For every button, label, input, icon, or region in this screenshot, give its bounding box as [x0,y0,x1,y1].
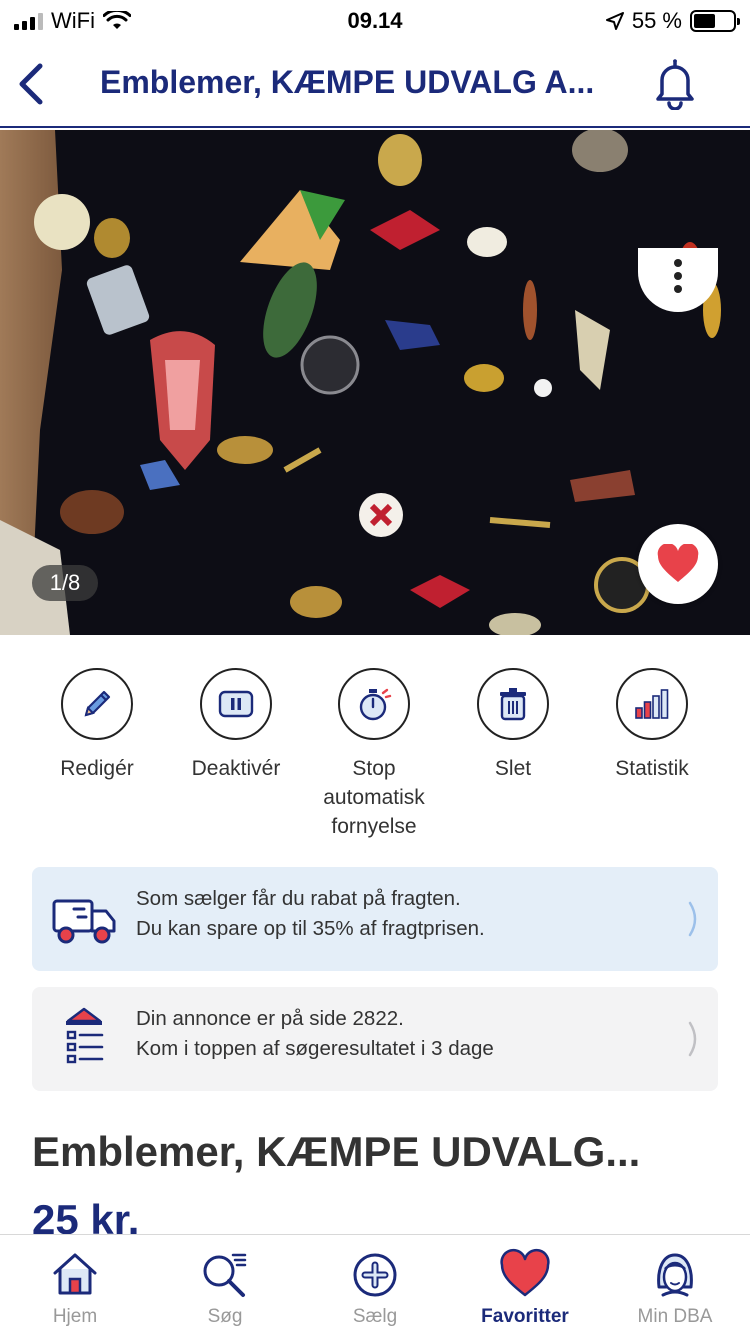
more-dot-icon [674,272,682,280]
pause-icon [218,690,254,718]
tab-search[interactable]: Søg [150,1235,300,1334]
bar-chart-icon [635,689,669,719]
status-bar: WiFi 09.14 55 % [0,0,750,42]
chevron-right-icon [688,1021,697,1057]
chevron-left-icon [19,63,43,105]
battery-level [694,14,715,28]
edit-label: Redigér [60,757,134,780]
delete-label: Slet [494,757,532,780]
page-title: Emblemer, KÆMPE UDVALG A... [100,64,595,100]
delivery-truck-icon [52,899,116,944]
tab-home-label: Hjem [52,1306,98,1327]
heart-icon [657,544,699,582]
tab-bar: Hjem Søg Sælg Favoritter Min DBA [0,1234,750,1334]
back-button[interactable] [12,60,52,108]
shipping-discount-card[interactable]: Som sælger får du rabat på fragten. Du k… [32,867,718,971]
statistics-label: Statistik [615,757,689,780]
edit-action[interactable]: Redigér [27,668,167,783]
more-dot-icon [674,285,682,293]
statistics-action[interactable]: Statistik [582,668,722,783]
shipping-line-2: Du kan spare op til 35% af fragtprisen. [136,917,485,940]
battery-percent: 55 % [631,8,682,33]
deactivate-label: Deaktivér [191,757,281,780]
tab-my-dba-label: Min DBA [637,1306,713,1327]
status-right: 55 % [605,8,740,34]
listing-title: Emblemer, KÆMPE UDVALG... [32,1128,641,1175]
chevron-right-icon [688,901,697,937]
delete-action[interactable]: Slet [443,668,583,783]
battery-icon [690,10,740,32]
deactivate-button[interactable] [200,668,272,740]
tab-sell-label: Sælg [352,1306,398,1327]
boost-list-icon [66,1007,104,1064]
plus-circle-icon [353,1253,397,1297]
edit-button[interactable] [61,668,133,740]
search-icon [203,1253,247,1297]
pencil-icon [84,690,111,717]
position-card-text: Din annonce er på side 2822. Kom i toppe… [136,1004,494,1064]
statistics-button[interactable] [616,668,688,740]
stop-renewal-action[interactable]: Stop automatisk fornyelse [304,668,444,841]
position-line-1: Din annonce er på side 2822. [136,1007,404,1030]
tab-sell[interactable]: Sælg [300,1235,450,1334]
notification-button[interactable] [652,58,698,111]
listing-actions: Redigér Deaktivér Stop automatisk fornyels… [0,668,750,848]
deactivate-action[interactable]: Deaktivér [166,668,306,783]
photo-counter: 1/8 [32,565,98,601]
home-icon [53,1253,97,1295]
tab-search-label: Søg [207,1306,243,1327]
shipping-card-text: Som sælger får du rabat på fragten. Du k… [136,884,485,944]
trash-icon [500,688,526,721]
listing-position-card[interactable]: Din annonce er på side 2822. Kom i toppe… [32,987,718,1091]
favorite-button[interactable] [638,524,718,604]
stopwatch-icon [359,688,392,721]
delete-button[interactable] [477,668,549,740]
stop-renewal-button[interactable] [338,668,410,740]
profile-icon [657,1253,693,1297]
tab-my-dba[interactable]: Min DBA [600,1235,750,1334]
tab-home[interactable]: Hjem [0,1235,150,1334]
bell-icon [656,59,694,111]
heart-icon [500,1248,550,1297]
shipping-line-1: Som sælger får du rabat på fragten. [136,887,461,910]
navigation-bar: Emblemer, KÆMPE UDVALG A... [0,42,750,128]
more-dot-icon [674,259,682,267]
stop-renewal-label: Stop automatisk fornyelse [323,757,425,838]
tab-favorites[interactable]: Favoritter [450,1235,600,1334]
position-line-2: Kom i toppen af søgeresultatet i 3 dage [136,1037,494,1060]
tab-favorites-label: Favoritter [481,1306,569,1327]
location-arrow-icon [605,12,624,30]
